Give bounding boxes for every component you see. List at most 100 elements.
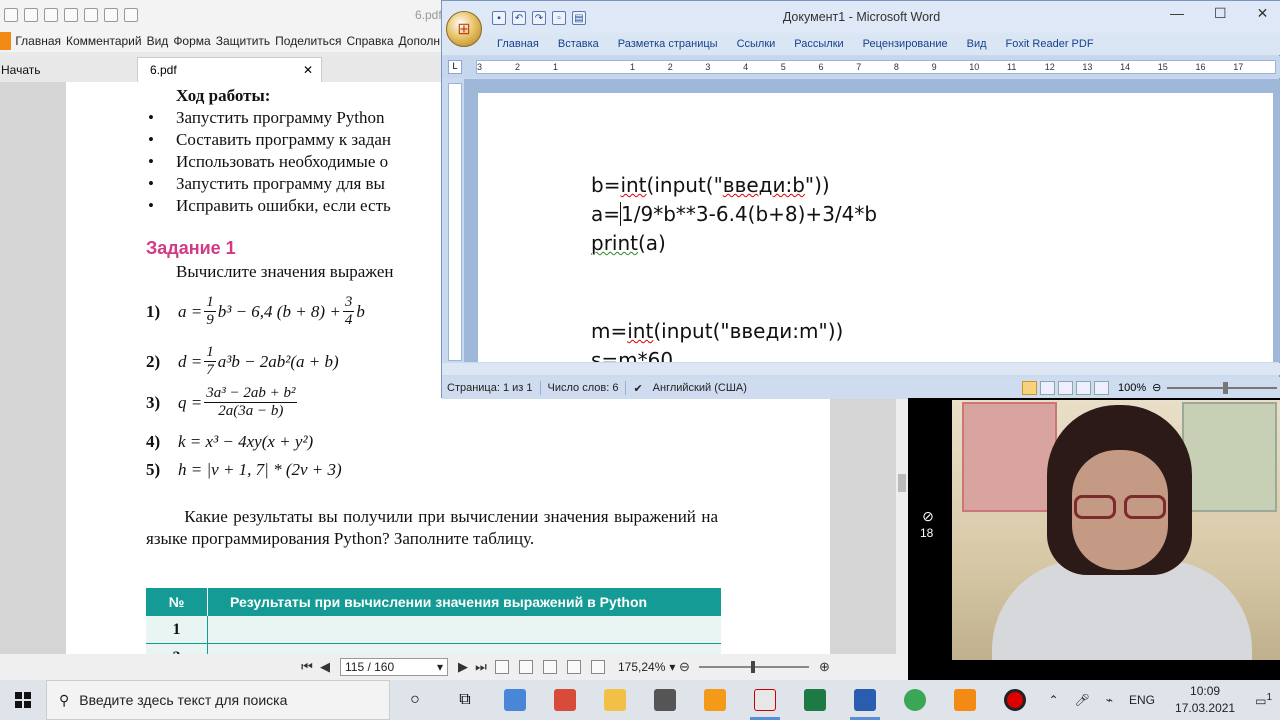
tab-page-layout[interactable]: Разметка страницы	[618, 38, 718, 50]
word-horizontal-scrollbar[interactable]	[442, 363, 1280, 375]
spellcheck-icon[interactable]: ✔	[633, 382, 642, 395]
continuous-facing-icon[interactable]	[567, 660, 581, 674]
foxit-reader-icon[interactable]	[740, 680, 790, 720]
task-view-icon[interactable]: ⧉	[440, 680, 490, 720]
notifications-icon[interactable]: ▭1	[1255, 692, 1272, 708]
menu-home[interactable]: Главная	[15, 34, 61, 48]
draft-icon[interactable]	[1094, 381, 1109, 395]
horizontal-ruler[interactable]: L 3 2 1 1 2 3 4 5 6 7 8 9 10 11 12 13 14 15 16 17	[442, 56, 1280, 78]
network-icon[interactable]: ⌁	[1106, 693, 1113, 707]
print-icon[interactable]: ▤	[572, 11, 586, 25]
previous-page-icon[interactable]: ◀	[316, 659, 334, 675]
office-button[interactable]: ⊞	[446, 11, 482, 47]
cortana-icon[interactable]: ○	[390, 680, 440, 720]
tab-mailings[interactable]: Рассылки	[794, 38, 843, 50]
ruler-tick: 13	[1082, 62, 1093, 72]
continuous-view-icon[interactable]	[519, 660, 533, 674]
microphone-icon[interactable]: 🎤︎	[1075, 693, 1090, 707]
ruler-tick: 7	[856, 62, 862, 72]
last-page-icon[interactable]: ⏭	[472, 659, 490, 675]
language-indicator[interactable]: ENG	[1129, 693, 1155, 707]
vertical-ruler	[448, 83, 462, 361]
word-count[interactable]: Число слов: 6	[548, 382, 619, 394]
page-number-field[interactable]: 115 / 160 ▾	[340, 658, 448, 676]
menu-form[interactable]: Форма	[173, 34, 210, 48]
word-document-area[interactable]: b=int(input("введи:b")) a=1/9*b**3-6.4(b…	[464, 79, 1280, 362]
task-intro: Вычислите значения выражен	[176, 262, 394, 281]
clock[interactable]: 10:09 17.03.2021	[1175, 683, 1235, 717]
word-zoom-level[interactable]: 100%	[1118, 382, 1146, 394]
maximize-icon[interactable]: ☐	[1214, 5, 1227, 22]
ruler-tick: 14	[1120, 62, 1131, 72]
undo-icon[interactable]: ↶	[512, 11, 526, 25]
zoom-out-icon[interactable]: ⊖	[1152, 381, 1161, 394]
save-icon[interactable]	[4, 8, 18, 22]
close-icon[interactable]: ✕	[303, 63, 313, 77]
tab-insert[interactable]: Вставка	[558, 38, 599, 50]
zoom-slider[interactable]	[699, 661, 810, 673]
next-page-icon[interactable]: ▶	[454, 659, 472, 675]
table-header-results: Результаты при вычислении значения выраж…	[230, 594, 648, 610]
redo-icon[interactable]	[104, 8, 118, 22]
tab-start[interactable]: Начать	[0, 58, 137, 82]
outline-icon[interactable]	[1076, 381, 1091, 395]
menu-more[interactable]: Дополн	[399, 34, 440, 48]
tab-foxit[interactable]: Foxit Reader PDF	[1006, 38, 1094, 50]
menu-protect[interactable]: Защитить	[216, 34, 270, 48]
camera-app-icon[interactable]	[640, 680, 690, 720]
record-button-icon[interactable]	[990, 680, 1040, 720]
email-icon[interactable]	[44, 8, 58, 22]
calculator-icon[interactable]	[490, 680, 540, 720]
sublime-text-icon[interactable]	[690, 680, 740, 720]
single-page-view-icon[interactable]	[495, 660, 509, 674]
hand-tool-icon[interactable]	[124, 8, 138, 22]
close-icon[interactable]: ✕	[1257, 5, 1269, 22]
tab-review[interactable]: Рецензирование	[863, 38, 948, 50]
undo-icon[interactable]	[84, 8, 98, 22]
zoom-out-icon[interactable]: ⊖	[675, 659, 693, 675]
print-layout-icon[interactable]	[1022, 381, 1037, 395]
redo-icon[interactable]: ↷	[532, 11, 546, 25]
recorder-icon[interactable]	[940, 680, 990, 720]
tab-selector-button[interactable]: L	[448, 60, 462, 74]
windows-taskbar: ⚲ Введите здесь текст для поиска ○ ⧉ ⌃ 🎤︎…	[0, 680, 1280, 720]
facing-view-icon[interactable]	[543, 660, 557, 674]
tab-home[interactable]: Главная	[497, 38, 539, 50]
chrome-icon[interactable]	[890, 680, 940, 720]
page-count[interactable]: Страница: 1 из 1	[447, 382, 533, 394]
menu-view[interactable]: Вид	[147, 34, 169, 48]
ruler-tick: 10	[969, 62, 980, 72]
start-button[interactable]	[0, 680, 46, 720]
first-page-icon[interactable]: ⏮	[298, 659, 316, 675]
full-screen-reading-icon[interactable]	[1040, 381, 1055, 395]
scrollbar-thumb[interactable]	[898, 474, 906, 492]
print-icon[interactable]	[24, 8, 38, 22]
excel-icon[interactable]	[790, 680, 840, 720]
zoom-in-icon[interactable]: ⊕	[815, 659, 833, 675]
file-explorer-icon[interactable]	[590, 680, 640, 720]
zoom-value[interactable]: 175,24%	[618, 660, 665, 674]
open-icon[interactable]	[64, 8, 78, 22]
menu-share[interactable]: Поделиться	[275, 34, 341, 48]
table-header-num: №	[146, 588, 208, 616]
language-indicator[interactable]: Английский (США)	[653, 382, 747, 394]
web-layout-icon[interactable]	[1058, 381, 1073, 395]
minimize-icon[interactable]: —	[1170, 5, 1184, 22]
word-page[interactable]: b=int(input("введи:b")) a=1/9*b**3-6.4(b…	[478, 93, 1273, 362]
tab-view[interactable]: Вид	[967, 38, 987, 50]
tab-references[interactable]: Ссылки	[737, 38, 776, 50]
taskbar-search-box[interactable]: ⚲ Введите здесь текст для поиска	[46, 680, 390, 720]
split-view-icon[interactable]	[591, 660, 605, 674]
menu-comment[interactable]: Комментарий	[66, 34, 142, 48]
save-icon[interactable]: ▪	[492, 11, 506, 25]
word-icon[interactable]	[840, 680, 890, 720]
chevron-up-icon[interactable]: ⌃	[1048, 693, 1058, 707]
tab-file[interactable]: 6.pdf ✕	[137, 57, 322, 82]
camera-off-icon[interactable]: ⊘	[920, 508, 936, 525]
snipping-tool-icon[interactable]	[540, 680, 590, 720]
file-menu-button[interactable]	[0, 32, 12, 50]
ruler-tick: 6	[818, 62, 824, 72]
zoom-slider[interactable]	[1167, 381, 1278, 394]
menu-help[interactable]: Справка	[346, 34, 393, 48]
print-preview-icon[interactable]: ▫	[552, 11, 566, 25]
